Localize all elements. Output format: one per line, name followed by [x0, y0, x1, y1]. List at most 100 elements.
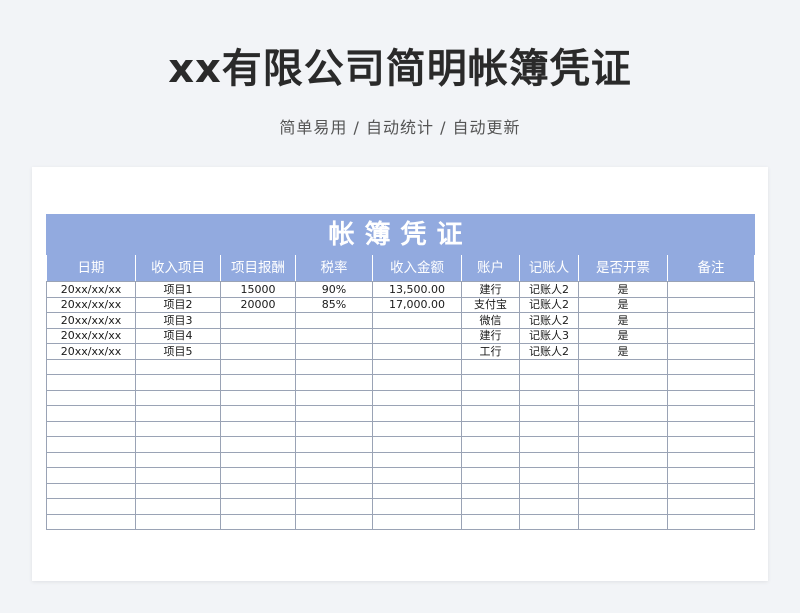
- cell-tax-rate[interactable]: 85%: [295, 296, 373, 313]
- cell-income-amount[interactable]: [372, 374, 462, 391]
- cell-bookkeeper[interactable]: [519, 451, 579, 468]
- cell-income-amount[interactable]: [372, 451, 462, 468]
- cell-invoiced[interactable]: [578, 358, 668, 375]
- cell-tax-rate[interactable]: [295, 389, 373, 406]
- cell-income-amount[interactable]: [372, 482, 462, 499]
- cell-date[interactable]: [46, 374, 136, 391]
- cell-account[interactable]: [461, 374, 520, 391]
- cell-bookkeeper[interactable]: [519, 374, 579, 391]
- cell-tax-rate[interactable]: [295, 358, 373, 375]
- cell-account[interactable]: [461, 436, 520, 453]
- cell-remarks[interactable]: [666, 451, 756, 468]
- cell-invoiced[interactable]: 是: [578, 312, 668, 329]
- cell-remarks[interactable]: [666, 374, 756, 391]
- cell-project-fee[interactable]: [220, 451, 296, 468]
- cell-tax-rate[interactable]: [295, 451, 373, 468]
- cell-tax-rate[interactable]: [295, 312, 373, 329]
- cell-invoiced[interactable]: [578, 389, 668, 406]
- cell-tax-rate[interactable]: [295, 482, 373, 499]
- cell-income-amount[interactable]: 13,500.00: [372, 281, 462, 298]
- cell-income-amount[interactable]: [372, 389, 462, 406]
- cell-bookkeeper[interactable]: [519, 405, 579, 422]
- cell-invoiced[interactable]: [578, 374, 668, 391]
- cell-bookkeeper[interactable]: [519, 436, 579, 453]
- cell-project-fee[interactable]: [220, 312, 296, 329]
- cell-bookkeeper[interactable]: [519, 467, 579, 484]
- cell-date[interactable]: [46, 436, 136, 453]
- cell-tax-rate[interactable]: [295, 513, 373, 530]
- cell-project-fee[interactable]: [220, 420, 296, 437]
- cell-income-amount[interactable]: [372, 358, 462, 375]
- cell-bookkeeper[interactable]: 记账人2: [519, 312, 579, 329]
- cell-income-amount[interactable]: [372, 420, 462, 437]
- cell-account[interactable]: 工行: [461, 343, 520, 360]
- cell-remarks[interactable]: [666, 281, 756, 298]
- cell-income-item[interactable]: [135, 389, 221, 406]
- cell-date[interactable]: [46, 451, 136, 468]
- cell-remarks[interactable]: [666, 498, 756, 515]
- cell-tax-rate[interactable]: 90%: [295, 281, 373, 298]
- cell-date[interactable]: 20xx/xx/xx: [46, 312, 136, 329]
- cell-invoiced[interactable]: [578, 513, 668, 530]
- cell-account[interactable]: 建行: [461, 281, 520, 298]
- cell-date[interactable]: [46, 513, 136, 530]
- cell-bookkeeper[interactable]: 记账人2: [519, 281, 579, 298]
- cell-project-fee[interactable]: [220, 498, 296, 515]
- cell-income-item[interactable]: [135, 374, 221, 391]
- cell-project-fee[interactable]: [220, 405, 296, 422]
- cell-remarks[interactable]: [666, 343, 756, 360]
- cell-date[interactable]: 20xx/xx/xx: [46, 296, 136, 313]
- cell-income-amount[interactable]: [372, 467, 462, 484]
- cell-remarks[interactable]: [666, 312, 756, 329]
- cell-project-fee[interactable]: 15000: [220, 281, 296, 298]
- cell-account[interactable]: 微信: [461, 312, 520, 329]
- cell-invoiced[interactable]: 是: [578, 343, 668, 360]
- cell-account[interactable]: [461, 451, 520, 468]
- cell-invoiced[interactable]: [578, 420, 668, 437]
- cell-date[interactable]: [46, 498, 136, 515]
- cell-income-item[interactable]: [135, 498, 221, 515]
- cell-remarks[interactable]: [666, 467, 756, 484]
- cell-tax-rate[interactable]: [295, 343, 373, 360]
- cell-account[interactable]: [461, 358, 520, 375]
- cell-bookkeeper[interactable]: 记账人3: [519, 327, 579, 344]
- cell-remarks[interactable]: [666, 405, 756, 422]
- cell-account[interactable]: [461, 513, 520, 530]
- cell-income-amount[interactable]: [372, 405, 462, 422]
- cell-date[interactable]: [46, 389, 136, 406]
- cell-remarks[interactable]: [666, 436, 756, 453]
- cell-date[interactable]: 20xx/xx/xx: [46, 327, 136, 344]
- cell-invoiced[interactable]: 是: [578, 327, 668, 344]
- cell-tax-rate[interactable]: [295, 405, 373, 422]
- cell-income-item[interactable]: [135, 405, 221, 422]
- cell-project-fee[interactable]: [220, 513, 296, 530]
- cell-remarks[interactable]: [666, 513, 756, 530]
- cell-income-item[interactable]: [135, 482, 221, 499]
- cell-invoiced[interactable]: [578, 436, 668, 453]
- cell-invoiced[interactable]: 是: [578, 296, 668, 313]
- cell-bookkeeper[interactable]: 记账人2: [519, 343, 579, 360]
- cell-income-amount[interactable]: [372, 513, 462, 530]
- cell-remarks[interactable]: [666, 389, 756, 406]
- cell-tax-rate[interactable]: [295, 498, 373, 515]
- cell-bookkeeper[interactable]: [519, 420, 579, 437]
- cell-account[interactable]: [461, 482, 520, 499]
- cell-invoiced[interactable]: [578, 482, 668, 499]
- cell-project-fee[interactable]: [220, 467, 296, 484]
- cell-date[interactable]: [46, 467, 136, 484]
- cell-invoiced[interactable]: [578, 451, 668, 468]
- cell-project-fee[interactable]: [220, 436, 296, 453]
- cell-remarks[interactable]: [666, 296, 756, 313]
- cell-project-fee[interactable]: [220, 482, 296, 499]
- cell-account[interactable]: 建行: [461, 327, 520, 344]
- cell-income-item[interactable]: [135, 420, 221, 437]
- cell-income-item[interactable]: [135, 358, 221, 375]
- cell-income-item[interactable]: 项目4: [135, 327, 221, 344]
- cell-project-fee[interactable]: [220, 358, 296, 375]
- cell-date[interactable]: 20xx/xx/xx: [46, 343, 136, 360]
- cell-invoiced[interactable]: [578, 498, 668, 515]
- cell-tax-rate[interactable]: [295, 436, 373, 453]
- cell-income-item[interactable]: [135, 467, 221, 484]
- cell-account[interactable]: [461, 405, 520, 422]
- cell-remarks[interactable]: [666, 358, 756, 375]
